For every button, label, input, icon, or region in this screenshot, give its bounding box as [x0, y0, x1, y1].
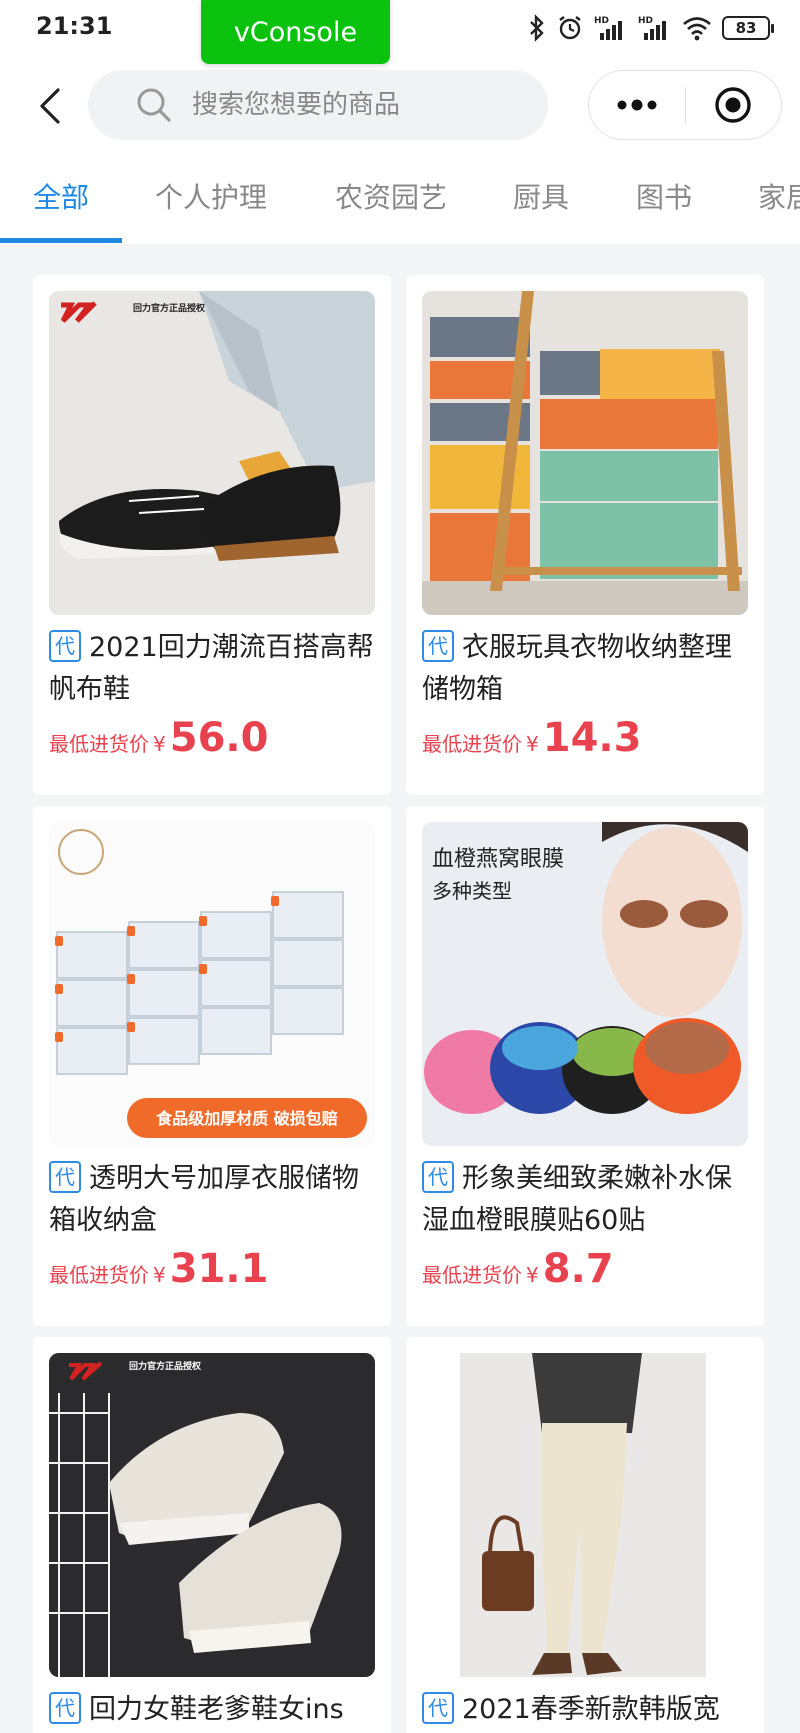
product-card[interactable]: 回力官方正品授权 代 2021回力潮流百搭高帮帆布鞋 最低进货价 ¥ 56.0 — [33, 275, 391, 795]
agent-tag: 代 — [422, 630, 454, 662]
tab-kitchenware[interactable]: 厨具 — [513, 176, 569, 216]
price-value: 8.7 — [542, 1246, 614, 1292]
product-price: 最低进货价 ¥ 31.1 — [49, 1246, 269, 1292]
product-card[interactable]: 代衣服玩具衣物收纳整理储物箱 最低进货价 ¥ 14.3 — [406, 275, 764, 795]
product-card[interactable]: 回力官方正品授权 代回力女鞋老爹鞋女ins — [33, 1337, 391, 1733]
tab-all[interactable]: 全部 — [33, 176, 89, 216]
promo-badge-text: 食品级加厚材质 破损包赔 — [155, 1109, 338, 1128]
status-icons: HD HD 83 — [528, 12, 774, 44]
product-title: 代 2021春季新款韩版宽 — [422, 1689, 752, 1731]
agent-tag: 代 — [49, 1692, 81, 1724]
agent-tag: 代 — [422, 1161, 454, 1193]
search-input[interactable] — [192, 90, 512, 120]
tab-books[interactable]: 图书 — [636, 176, 692, 216]
tab-home[interactable]: 家居 — [758, 176, 800, 216]
price-value: 56.0 — [169, 715, 269, 761]
search-icon — [137, 88, 171, 122]
product-banner-subtitle: 多种类型 — [432, 879, 512, 903]
target-close-icon — [715, 87, 751, 123]
wifi-icon — [682, 14, 712, 42]
product-image: 血橙燕窝眼膜 多种类型 — [422, 822, 748, 1146]
tab-agri-garden[interactable]: 农资园艺 — [335, 176, 447, 216]
more-button[interactable] — [589, 71, 685, 139]
more-dots-icon — [617, 99, 657, 111]
product-card[interactable]: 血橙燕窝眼膜 多种类型 代形象美细致柔嫩补水保湿血橙眼膜贴60贴 最低进货价 ¥… — [406, 806, 764, 1326]
battery-icon: 83 — [722, 16, 774, 40]
svg-text:HD: HD — [638, 16, 653, 26]
product-image — [422, 1353, 748, 1677]
product-price: 最低进货价 ¥ 14.3 — [422, 715, 642, 761]
category-tabs: 全部 个人护理 农资园艺 厨具 图书 家居 — [0, 150, 800, 244]
nav-bar — [0, 60, 800, 150]
product-image: 回力官方正品授权 — [49, 291, 375, 615]
vconsole-button[interactable]: vConsole — [201, 0, 390, 64]
product-price: 最低进货价 ¥ 8.7 — [422, 1246, 614, 1292]
product-title: 代 2021回力潮流百搭高帮帆布鞋 — [49, 630, 374, 705]
product-image: 回力官方正品授权 — [49, 1353, 375, 1677]
status-time: 21:31 — [36, 12, 113, 40]
product-title: 代回力女鞋老爹鞋女ins — [49, 1689, 379, 1731]
product-image: 食品级加厚材质 破损包赔 — [49, 822, 375, 1146]
tab-personal-care[interactable]: 个人护理 — [155, 176, 267, 216]
bluetooth-icon — [528, 14, 546, 42]
close-miniprogram-button[interactable] — [686, 71, 782, 139]
alarm-icon — [556, 14, 584, 42]
svg-text:HD: HD — [594, 16, 609, 26]
agent-tag: 代 — [49, 630, 81, 662]
search-bar[interactable] — [88, 70, 548, 140]
product-price: 最低进货价 ¥ 56.0 — [49, 715, 269, 761]
agent-tag: 代 — [49, 1161, 81, 1193]
miniprogram-capsule — [588, 70, 782, 140]
status-bar: 21:31 HD HD 83 — [0, 0, 800, 60]
product-card[interactable]: 代 2021春季新款韩版宽 — [406, 1337, 764, 1733]
tab-active-indicator — [0, 238, 122, 243]
product-title: 代衣服玩具衣物收纳整理储物箱 — [422, 630, 732, 705]
signal-icon-1: HD — [594, 14, 628, 42]
product-image — [422, 291, 748, 615]
price-value: 14.3 — [542, 715, 642, 761]
brand-banner-text: 回力官方正品授权 — [133, 302, 206, 314]
brand-banner-text: 回力官方正品授权 — [129, 1360, 202, 1372]
price-value: 31.1 — [169, 1246, 269, 1292]
back-button[interactable] — [30, 84, 70, 128]
agent-tag: 代 — [422, 1692, 454, 1724]
product-card[interactable]: 食品级加厚材质 破损包赔 代透明大号加厚衣服储物箱收纳盒 最低进货价 ¥ 31.… — [33, 806, 391, 1326]
product-banner-title: 血橙燕窝眼膜 — [432, 847, 564, 872]
signal-icon-2: HD — [638, 14, 672, 42]
product-title: 代透明大号加厚衣服储物箱收纳盒 — [49, 1161, 359, 1236]
chevron-left-icon — [40, 88, 60, 124]
product-title: 代形象美细致柔嫩补水保湿血橙眼膜贴60贴 — [422, 1161, 732, 1236]
